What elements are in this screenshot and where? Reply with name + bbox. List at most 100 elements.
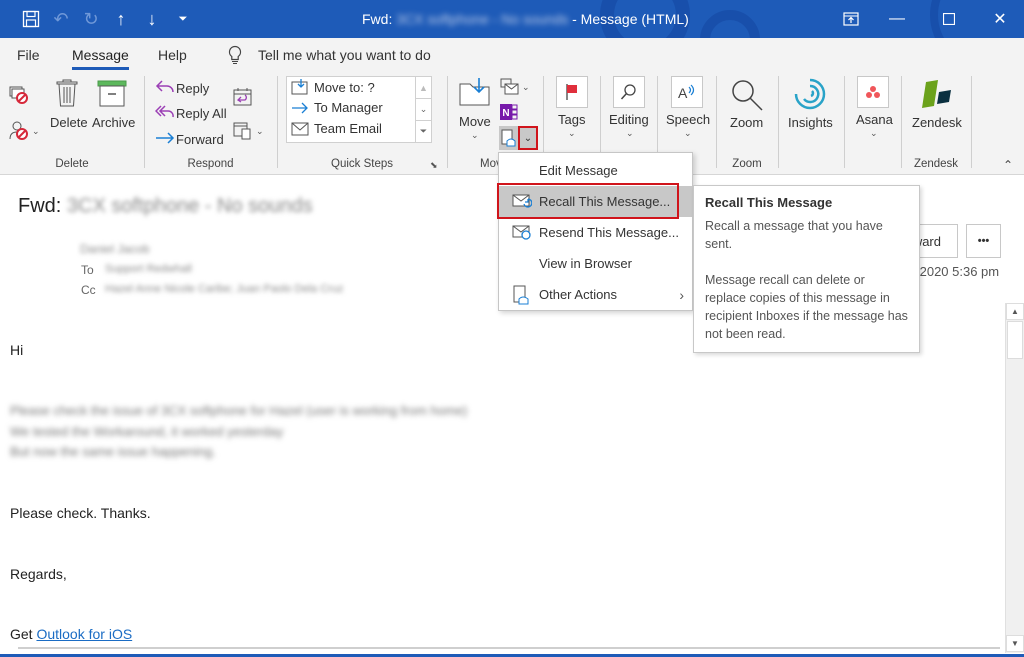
- subject-redacted: 3CX softphone - No sounds: [66, 195, 313, 217]
- editing-icon[interactable]: [613, 76, 645, 108]
- sender-name[interactable]: Daniel Jacob: [80, 242, 149, 256]
- actions-button[interactable]: [499, 126, 519, 150]
- cc-recipients[interactable]: Hazel Anne Nicole Caribe; Juan Paolo Del…: [105, 283, 343, 295]
- zoom-icon[interactable]: [730, 78, 764, 117]
- tell-me-search[interactable]: Tell me what you want to do: [258, 47, 431, 63]
- maximize-button[interactable]: [926, 6, 972, 32]
- quick-step-label: Move to: ?: [314, 79, 375, 95]
- menu-item-view-in-browser[interactable]: View in Browser: [499, 248, 692, 279]
- chevron-down-icon[interactable]: ⌄: [870, 128, 878, 139]
- body-redacted-line: We tested the Workaround, it worked yest…: [10, 424, 284, 439]
- tab-help[interactable]: Help: [158, 47, 187, 63]
- onenote-icon[interactable]: N: [500, 103, 518, 126]
- quick-step-team-email[interactable]: Team Email: [291, 121, 382, 136]
- close-button[interactable]: ✕: [977, 6, 1023, 32]
- move-button[interactable]: Move: [459, 114, 491, 129]
- move-icon[interactable]: [459, 78, 491, 111]
- block-sender-icon[interactable]: [9, 120, 31, 145]
- reply-button[interactable]: Reply: [176, 81, 209, 96]
- reply-all-button[interactable]: Reply All: [176, 106, 227, 121]
- highlight-box-recall: [497, 183, 679, 219]
- menu-item-label: View in Browser: [539, 256, 632, 271]
- tooltip-title: Recall This Message: [705, 195, 833, 210]
- undo-icon[interactable]: ↶: [50, 8, 72, 30]
- tags-icon[interactable]: [556, 76, 588, 108]
- more-respond-icon[interactable]: [233, 120, 253, 145]
- customize-quick-access-icon[interactable]: ⏷: [173, 8, 193, 30]
- scroll-down-arrow[interactable]: ▼: [1006, 635, 1024, 652]
- delete-icon[interactable]: [55, 78, 79, 113]
- scroll-thumb[interactable]: [1007, 321, 1023, 359]
- speech-button[interactable]: Speech: [666, 112, 710, 127]
- minimize-button[interactable]: —: [874, 6, 920, 32]
- sent-date: /2020 5:36 pm: [916, 264, 1000, 279]
- zendesk-icon[interactable]: [919, 79, 955, 114]
- ignore-icon[interactable]: [9, 86, 29, 109]
- meeting-reply-icon[interactable]: [233, 87, 253, 112]
- signature-prefix: Get: [10, 626, 37, 642]
- window-title: Fwd: 3CX softphone - No sounds - Message…: [362, 11, 689, 27]
- tags-button[interactable]: Tags: [558, 112, 585, 127]
- group-separator: [971, 76, 972, 168]
- signature-divider: [18, 647, 1000, 649]
- asana-icon[interactable]: [857, 76, 889, 108]
- speech-icon[interactable]: A: [671, 76, 703, 108]
- menu-item-resend-message[interactable]: Resend This Message...: [499, 217, 692, 248]
- chevron-down-icon[interactable]: ⌄: [256, 126, 264, 137]
- gallery-scroll-down[interactable]: ⌄: [415, 98, 431, 120]
- delete-button[interactable]: Delete: [50, 115, 88, 130]
- body-thanks: Please check. Thanks.: [10, 505, 151, 521]
- quick-step-to-manager[interactable]: To Manager: [291, 100, 383, 115]
- more-actions-button[interactable]: •••: [966, 224, 1001, 258]
- ribbon-display-options-button[interactable]: [828, 6, 874, 32]
- menu-item-other-actions[interactable]: Other Actions ›: [499, 279, 692, 310]
- title-suffix: - Message (HTML): [572, 11, 689, 27]
- forward-icon: [155, 131, 175, 149]
- scroll-up-arrow[interactable]: ▲: [1006, 303, 1024, 320]
- gallery-scroll-up[interactable]: ▲: [415, 77, 431, 98]
- group-label-respond: Respond: [187, 158, 234, 170]
- archive-icon[interactable]: [97, 80, 127, 113]
- chevron-down-icon[interactable]: ⌄: [568, 128, 576, 139]
- next-item-icon[interactable]: ↓: [141, 8, 163, 30]
- editing-button[interactable]: Editing: [609, 112, 649, 127]
- asana-button[interactable]: Asana: [856, 112, 893, 127]
- group-separator: [144, 76, 145, 168]
- submenu-arrow-icon: ›: [679, 286, 684, 303]
- tab-message[interactable]: Message: [72, 47, 129, 70]
- outlook-ios-link[interactable]: Outlook for iOS: [36, 626, 132, 642]
- chevron-down-icon[interactable]: ⌄: [471, 130, 479, 141]
- tab-file[interactable]: File: [17, 47, 40, 63]
- actions-dropdown-button[interactable]: ⌄: [518, 126, 538, 150]
- rules-icon[interactable]: [500, 78, 520, 101]
- previous-item-icon[interactable]: ↑: [110, 8, 132, 30]
- title-bar-decoration: [700, 10, 760, 38]
- zoom-button[interactable]: Zoom: [730, 115, 763, 130]
- zendesk-button[interactable]: Zendesk: [912, 115, 962, 130]
- forward-button[interactable]: Forward: [176, 132, 224, 147]
- quick-steps-gallery: Move to: ? To Manager Team Email ▲ ⌄ ⏷: [286, 76, 432, 143]
- insights-button[interactable]: Insights: [788, 115, 833, 130]
- to-recipients[interactable]: Support Redwhall: [105, 263, 192, 275]
- group-separator: [778, 76, 779, 168]
- archive-button[interactable]: Archive: [92, 115, 135, 130]
- tooltip-description: Recall a message that you have sent.: [705, 219, 883, 251]
- chevron-down-icon[interactable]: ⌄: [684, 128, 692, 139]
- body-redacted-line: Please check the issue of 3CX softphone …: [10, 403, 468, 418]
- group-separator: [277, 76, 278, 168]
- chevron-down-icon[interactable]: ⌄: [522, 82, 530, 93]
- group-label-delete: Delete: [55, 158, 89, 170]
- quick-step-move-to[interactable]: Move to: ?: [291, 79, 375, 95]
- save-icon[interactable]: [20, 8, 42, 30]
- chevron-down-icon[interactable]: ⌄: [32, 126, 40, 137]
- vertical-scrollbar[interactable]: ▲ ▼: [1005, 303, 1024, 653]
- redo-icon[interactable]: ↻: [80, 8, 102, 30]
- tooltip-details: Message recall can delete or replace cop…: [705, 273, 908, 341]
- chevron-down-icon[interactable]: ⌄: [626, 128, 634, 139]
- body-regards: Regards,: [10, 566, 67, 582]
- menu-item-edit-message[interactable]: Edit Message: [499, 155, 692, 186]
- gallery-more-button[interactable]: ⏷: [415, 120, 431, 142]
- collapse-ribbon-icon[interactable]: ⌃: [1003, 158, 1013, 172]
- dialog-launcher-icon[interactable]: ⬊: [430, 160, 438, 171]
- insights-icon[interactable]: [792, 77, 828, 116]
